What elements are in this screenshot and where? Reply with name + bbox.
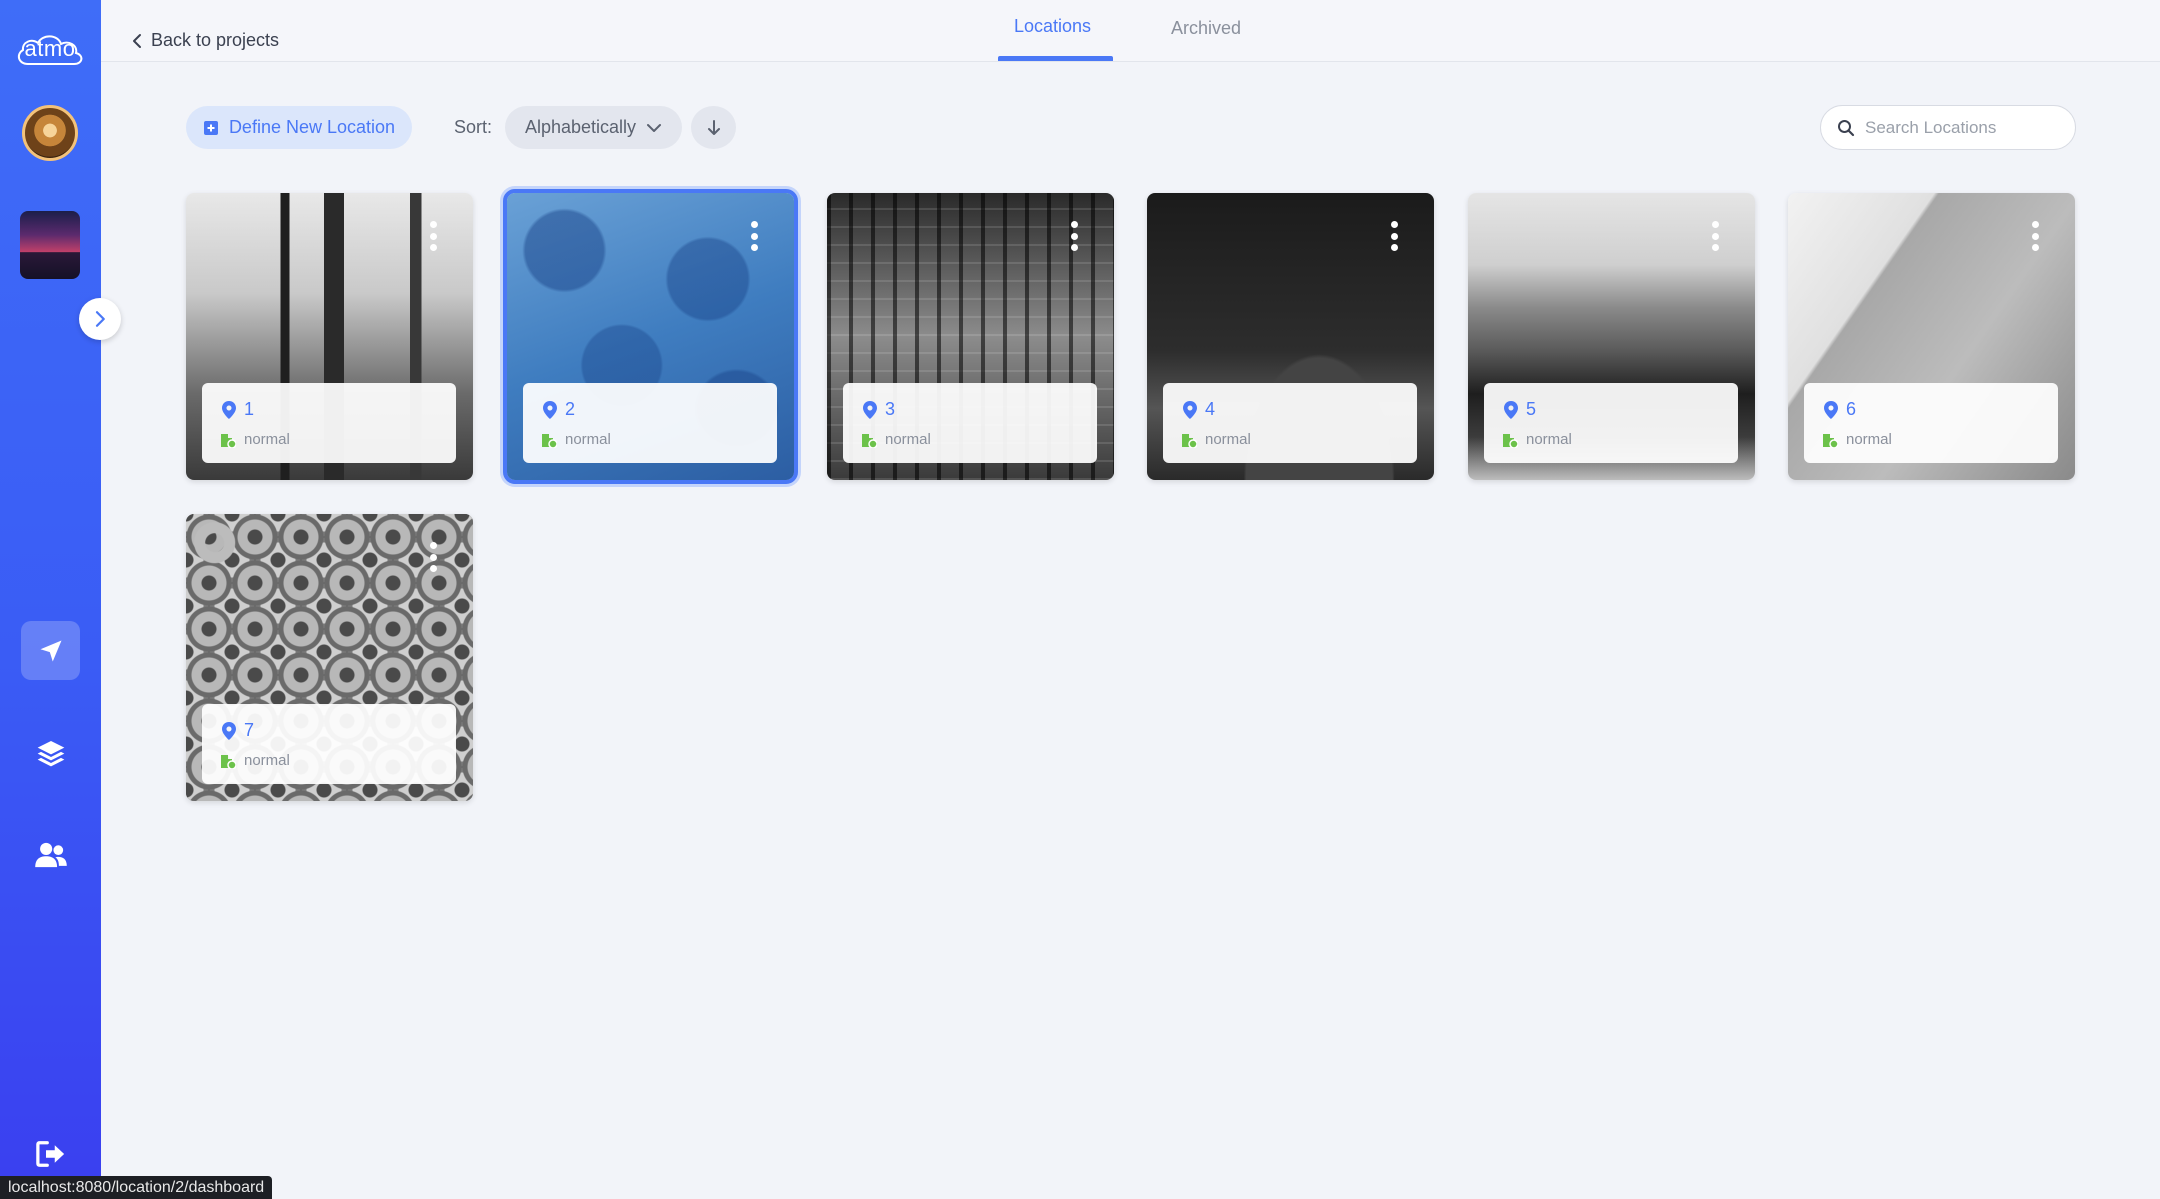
location-status: normal — [885, 431, 931, 448]
link-preview-url: localhost:8080/location/2/dashboard — [0, 1176, 273, 1199]
nav-layers-button[interactable] — [21, 723, 80, 782]
location-name: 3 — [885, 399, 896, 419]
define-new-location-label: Define New Location — [228, 117, 396, 137]
logo-text: atmo — [24, 36, 76, 61]
active-tab-indicator — [998, 56, 1113, 61]
location-card-5[interactable]: 5 normal — [1468, 193, 1755, 480]
location-card-1[interactable]: 1 normal — [186, 193, 473, 480]
card-menu-button[interactable] — [427, 221, 439, 251]
sidebar: atmo — [0, 0, 101, 1199]
back-link-label: Back to projects — [151, 30, 280, 50]
add-square-icon — [203, 120, 218, 135]
chevron-right-icon — [95, 311, 105, 327]
location-name: 6 — [1846, 399, 1857, 419]
card-info-panel: 2 normal — [523, 383, 777, 463]
logout-button[interactable] — [21, 1124, 80, 1183]
map-pin-icon — [222, 721, 236, 740]
back-to-projects-link[interactable]: Back to projects — [131, 30, 279, 51]
card-menu-button[interactable] — [1388, 221, 1400, 251]
location-name: 7 — [244, 720, 255, 740]
chevron-down-icon — [647, 123, 662, 132]
location-status: normal — [1846, 431, 1892, 448]
search-locations-box[interactable] — [1820, 105, 2076, 150]
sort-direction-button[interactable] — [691, 106, 736, 149]
top-bar — [101, 0, 2160, 62]
card-info-panel: 7 normal — [202, 704, 456, 784]
map-pin-icon — [1504, 400, 1518, 419]
location-status: normal — [1205, 431, 1251, 448]
card-menu-button[interactable] — [2029, 221, 2041, 251]
location-status: normal — [565, 431, 611, 448]
chevron-left-icon — [133, 33, 141, 48]
card-info-panel: 3 normal — [843, 383, 1097, 463]
card-info-panel: 1 normal — [202, 383, 456, 463]
define-new-location-button[interactable]: Define New Location — [186, 106, 412, 149]
layers-icon — [37, 740, 64, 766]
location-status: normal — [244, 431, 290, 448]
card-info-panel: 4 normal — [1163, 383, 1417, 463]
location-card-3[interactable]: 3 normal — [827, 193, 1114, 480]
sort-label: Sort: — [454, 117, 493, 137]
building-status-icon — [1503, 433, 1518, 448]
search-locations-input[interactable] — [1865, 117, 2065, 138]
building-status-icon — [862, 433, 877, 448]
nav-locations-button[interactable] — [21, 621, 80, 680]
navigation-arrow-icon — [40, 640, 61, 661]
location-status: normal — [1526, 431, 1572, 448]
location-card-2[interactable]: 2 normal — [503, 189, 798, 484]
map-pin-icon — [1183, 400, 1197, 419]
location-name: 5 — [1526, 399, 1537, 419]
card-menu-button[interactable] — [1709, 221, 1721, 251]
nav-users-button[interactable] — [21, 825, 80, 884]
map-pin-icon — [222, 400, 236, 419]
map-pin-icon — [1824, 400, 1838, 419]
card-menu-button[interactable] — [427, 542, 439, 572]
tab-archived[interactable]: Archived — [1171, 18, 1241, 39]
location-name: 2 — [565, 399, 576, 419]
arrow-down-icon — [707, 119, 720, 135]
sort-select[interactable]: Alphabetically — [505, 106, 682, 149]
logout-icon — [35, 1140, 64, 1167]
location-card-6[interactable]: 6 normal — [1788, 193, 2075, 480]
location-card-7[interactable]: 7 normal — [186, 514, 473, 801]
tab-locations[interactable]: Locations — [1014, 16, 1091, 37]
atmo-logo[interactable]: atmo — [14, 28, 86, 70]
card-info-panel: 6 normal — [1804, 383, 2058, 463]
map-pin-icon — [543, 400, 557, 419]
sidebar-expand-button[interactable] — [79, 298, 121, 340]
building-status-icon — [1182, 433, 1197, 448]
building-status-icon — [542, 433, 557, 448]
location-status: normal — [244, 752, 290, 769]
building-status-icon — [221, 754, 236, 769]
map-pin-icon — [863, 400, 877, 419]
sort-value: Alphabetically — [524, 117, 637, 137]
location-name: 1 — [244, 399, 255, 419]
card-menu-button[interactable] — [748, 221, 760, 251]
search-icon — [1838, 119, 1855, 136]
card-info-panel: 5 normal — [1484, 383, 1738, 463]
users-icon — [34, 842, 67, 867]
building-status-icon — [1823, 433, 1838, 448]
project-thumbnail[interactable] — [20, 211, 80, 279]
user-avatar[interactable] — [22, 105, 78, 161]
building-status-icon — [221, 433, 236, 448]
location-name: 4 — [1205, 399, 1216, 419]
location-card-4[interactable]: 4 normal — [1147, 193, 1434, 480]
card-menu-button[interactable] — [1068, 221, 1080, 251]
